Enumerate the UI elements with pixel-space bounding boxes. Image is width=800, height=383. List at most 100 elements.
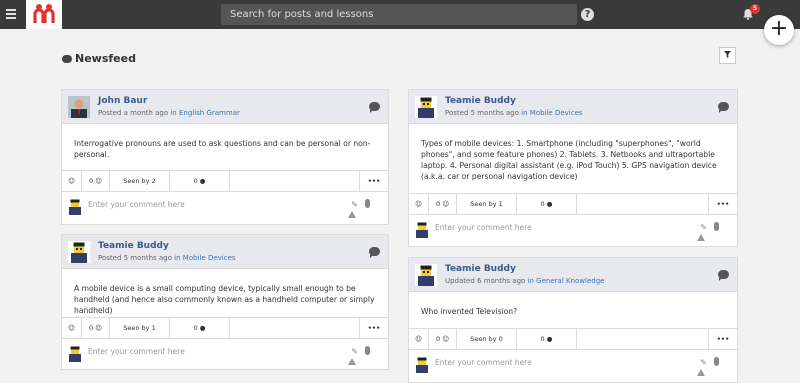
post-body: Types of mobile devices: 1. Smartphone (… [421,139,717,181]
post-stats: ☺ 0 ☺ Seen by 1 0 ● ••• [409,193,737,215]
seen-by[interactable]: Seen by 1 [457,194,517,214]
more-options-button[interactable]: ••• [360,318,388,338]
comment-count[interactable]: 0 ● [517,194,577,214]
post-author[interactable]: John Baur [98,96,147,106]
post-card: Teamie Buddy Updated 6 months ago in Gen… [408,257,738,383]
post-meta: Posted a month ago in English Grammar [98,109,240,117]
paperclip-icon[interactable]: ✎ [700,358,707,367]
paperclip-icon[interactable]: ✎ [351,200,358,209]
microphone-icon[interactable] [365,346,370,355]
avatar[interactable] [415,96,437,118]
comment-bubble-icon[interactable] [718,102,729,113]
like-count-value: 0 [89,177,94,185]
google-drive-icon[interactable] [697,369,705,376]
help-icon[interactable]: ? [581,8,594,21]
comment-count-value: 0 [540,335,545,343]
post-topic-link[interactable]: Mobile Devices [530,109,583,117]
google-drive-icon[interactable] [348,358,356,365]
like-count[interactable]: 0 ☺ [429,194,457,214]
post-in-label: in [174,254,181,262]
post-topic-link[interactable]: Mobile Devices [183,254,236,262]
comment-count[interactable]: 0 ● [517,329,577,349]
comment-bubble-icon[interactable] [369,102,380,113]
avatar [416,222,428,238]
post-topic-link[interactable]: General Knowledge [536,277,604,285]
post-author[interactable]: Teamie Buddy [445,96,516,106]
seen-by[interactable]: Seen by 1 [110,318,170,338]
post-time: Updated 6 months ago [445,277,526,285]
smiley-icon[interactable]: ☺ [62,318,82,338]
post-card: Teamie Buddy Posted 5 months ago in Mobi… [61,234,389,370]
post-in-label: in [170,109,177,117]
avatar [69,199,81,215]
like-count-value: 0 [436,200,441,208]
seen-by[interactable]: Seen by 0 [457,329,517,349]
post-stats: ☺ 0 ☺ Seen by 2 0 ● ••• [62,170,388,192]
comment-count-value: 0 [193,177,198,185]
comment-input[interactable]: Enter your comment here [435,358,532,367]
comment-input[interactable]: Enter your comment here [435,223,532,232]
paperclip-icon[interactable]: ✎ [351,347,358,356]
like-count[interactable]: 0 ☺ [82,171,110,191]
page-title: Newsfeed [62,52,136,65]
comment-box: Enter your comment here ✎ [409,353,737,381]
post-author[interactable]: Teamie Buddy [98,241,169,251]
comment-bubble-icon[interactable] [718,270,729,281]
filter-button[interactable] [719,47,736,64]
more-options-button[interactable]: ••• [709,329,737,349]
post-card: John Baur Posted a month ago in English … [61,89,389,225]
search-input[interactable]: Search for posts and lessons [221,4,577,25]
post-meta: Posted 5 months ago in Mobile Devices [445,109,583,117]
brand-logo-mark [33,4,55,23]
menu-icon[interactable] [6,9,16,19]
post-time: Posted 5 months ago [445,109,519,117]
avatar[interactable] [68,241,90,263]
stats-spacer [230,171,360,191]
microphone-icon[interactable] [714,357,719,366]
comment-box: Enter your comment here ✎ [62,195,388,223]
top-bar: Search for posts and lessons ? 5 [0,0,800,29]
smiley-icon[interactable]: ☺ [409,194,429,214]
post-stats: ☺ 0 ☺ Seen by 1 0 ● ••• [62,317,388,339]
seen-by[interactable]: Seen by 2 [110,171,170,191]
brand-logo[interactable] [26,0,62,29]
post-time: Posted 5 months ago [98,254,172,262]
comment-bubble-icon[interactable] [369,247,380,258]
more-options-button[interactable]: ••• [709,194,737,214]
smiley-icon[interactable]: ☺ [62,171,82,191]
microphone-icon[interactable] [365,199,370,208]
stats-spacer [230,318,360,338]
post-in-label: in [527,277,534,285]
post-topic-link[interactable]: English Grammar [179,109,240,117]
paperclip-icon[interactable]: ✎ [700,223,707,232]
comment-count[interactable]: 0 ● [170,318,230,338]
smiley-icon[interactable]: ☺ [409,329,429,349]
compose-button[interactable]: + [764,15,794,45]
filter-icon [724,51,731,58]
comment-count[interactable]: 0 ● [170,171,230,191]
more-options-button[interactable]: ••• [360,171,388,191]
post-meta: Updated 6 months ago in General Knowledg… [445,277,604,285]
post-header: John Baur Posted a month ago in English … [62,90,388,124]
post-meta: Posted 5 months ago in Mobile Devices [98,254,236,262]
stats-spacer [577,329,709,349]
like-count-value: 0 [436,335,441,343]
like-count[interactable]: 0 ☺ [429,329,457,349]
post-time: Posted a month ago [98,109,169,117]
post-body: Who invented Television? [421,307,518,316]
post-author[interactable]: Teamie Buddy [445,264,516,274]
comment-box: Enter your comment here ✎ [409,218,737,246]
like-count[interactable]: 0 ☺ [82,318,110,338]
comment-input[interactable]: Enter your comment here [88,347,185,356]
google-drive-icon[interactable] [348,211,356,218]
avatar[interactable] [415,264,437,286]
post-body: A mobile device is a small computing dev… [74,284,375,315]
microphone-icon[interactable] [714,222,719,231]
comment-count-value: 0 [540,200,545,208]
post-in-label: in [521,109,528,117]
google-drive-icon[interactable] [697,234,705,241]
avatar[interactable] [68,96,90,118]
comment-input[interactable]: Enter your comment here [88,200,185,209]
like-count-value: 0 [89,324,94,332]
post-header: Teamie Buddy Updated 6 months ago in Gen… [409,258,737,292]
